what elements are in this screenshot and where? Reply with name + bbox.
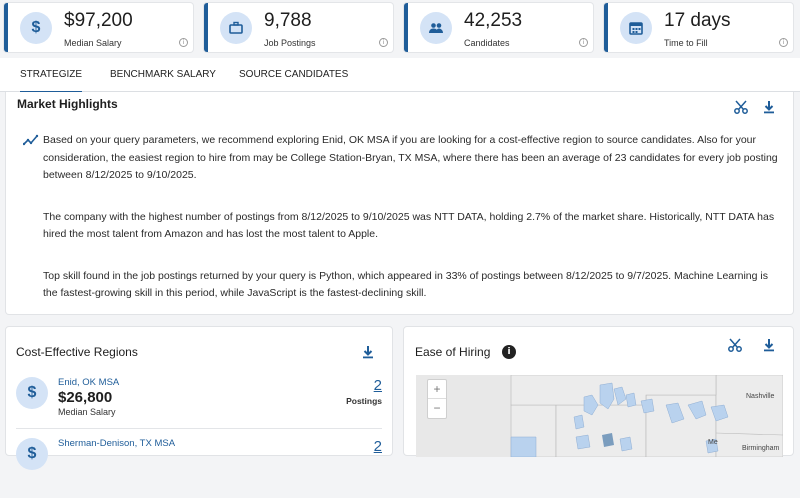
kpi-card-candidates: 42,253 Candidates i xyxy=(404,3,593,52)
kpi-value: 9,788 xyxy=(264,10,312,31)
region-name-link[interactable]: Sherman-Denison, TX MSA xyxy=(58,438,175,449)
cost-effective-regions-panel: Cost-Effective Regions $ Enid, OK MSA $2… xyxy=(5,326,393,470)
ease-of-hiring-panel: Ease of Hiring i + − Nashville Me Birmin… xyxy=(403,326,794,457)
panel-title: Cost-Effective Regions xyxy=(16,345,138,359)
market-highlights-panel: Market Highlights Based on your query pa… xyxy=(5,92,794,315)
highlight-paragraph: Based on your query parameters, we recom… xyxy=(43,134,778,181)
kpi-value: 42,253 xyxy=(464,10,523,31)
kpi-bar: $ $97,200 Median Salary i 9,788 Job Post… xyxy=(0,0,800,58)
map-label-birmingham: Birmingham xyxy=(742,445,780,452)
panel-title: Ease of Hiring xyxy=(415,345,491,359)
kpi-value: $97,200 xyxy=(64,10,133,31)
tab-source-candidates[interactable]: SOURCE CANDIDATES xyxy=(239,58,348,92)
kpi-label: Job Postings xyxy=(264,38,316,48)
region-salary: $26,800 xyxy=(58,389,113,406)
region-salary-label: Median Salary xyxy=(58,407,116,417)
trend-icon xyxy=(22,133,39,147)
map-label-memphis: Me xyxy=(708,439,718,446)
kpi-value: 17 days xyxy=(664,10,731,31)
divider xyxy=(16,428,382,429)
kpi-label: Time to Fill xyxy=(664,38,708,48)
map-label-nashville: Nashville xyxy=(746,393,775,400)
zoom-in-button[interactable]: + xyxy=(428,380,446,399)
kpi-label: Median Salary xyxy=(64,38,122,48)
kpi-card-time-to-fill: 17 days Time to Fill i xyxy=(604,3,793,52)
tab-benchmark-salary[interactable]: BENCHMARK SALARY xyxy=(110,58,216,92)
dollar-icon: $ xyxy=(16,377,48,409)
zoom-out-button[interactable]: − xyxy=(428,399,446,418)
region-name-link[interactable]: Enid, OK MSA xyxy=(58,377,119,388)
calendar-icon xyxy=(620,12,652,44)
download-icon[interactable] xyxy=(761,337,777,353)
dollar-icon: $ xyxy=(20,12,52,44)
tab-bar: STRATEGIZE BENCHMARK SALARY SOURCE CANDI… xyxy=(0,58,800,93)
scissors-icon[interactable] xyxy=(733,99,749,115)
region-item: $ Sherman-Denison, TX MSA 2 xyxy=(6,438,394,498)
info-icon[interactable]: i xyxy=(502,345,516,359)
zoom-control: + − xyxy=(427,379,447,419)
highlight-paragraph: The company with the highest number of p… xyxy=(43,210,775,241)
highlights-text: Based on your query parameters, we recom… xyxy=(43,132,778,327)
info-icon[interactable]: i xyxy=(779,38,788,47)
download-icon[interactable] xyxy=(761,99,777,115)
scissors-icon[interactable] xyxy=(727,337,743,353)
kpi-label: Candidates xyxy=(464,38,510,48)
info-icon[interactable]: i xyxy=(379,38,388,47)
map-canvas xyxy=(416,375,783,457)
kpi-card-job-postings: 9,788 Job Postings i xyxy=(204,3,393,52)
region-map[interactable]: + − Nashville Me Birmingham xyxy=(416,375,783,457)
download-icon[interactable] xyxy=(360,344,376,360)
tab-strategize[interactable]: STRATEGIZE xyxy=(20,58,83,93)
briefcase-icon xyxy=(220,12,252,44)
postings-count-link[interactable]: 2 xyxy=(374,377,382,394)
postings-label: Postings xyxy=(346,396,382,406)
info-icon[interactable]: i xyxy=(579,38,588,47)
panel-title: Market Highlights xyxy=(17,97,118,111)
highlight-paragraph: Top skill found in the job postings retu… xyxy=(43,269,768,300)
info-icon[interactable]: i xyxy=(179,38,188,47)
kpi-card-median-salary: $ $97,200 Median Salary i xyxy=(4,3,193,52)
people-icon xyxy=(420,12,452,44)
dollar-icon: $ xyxy=(16,438,48,470)
postings-count-link[interactable]: 2 xyxy=(374,438,382,455)
